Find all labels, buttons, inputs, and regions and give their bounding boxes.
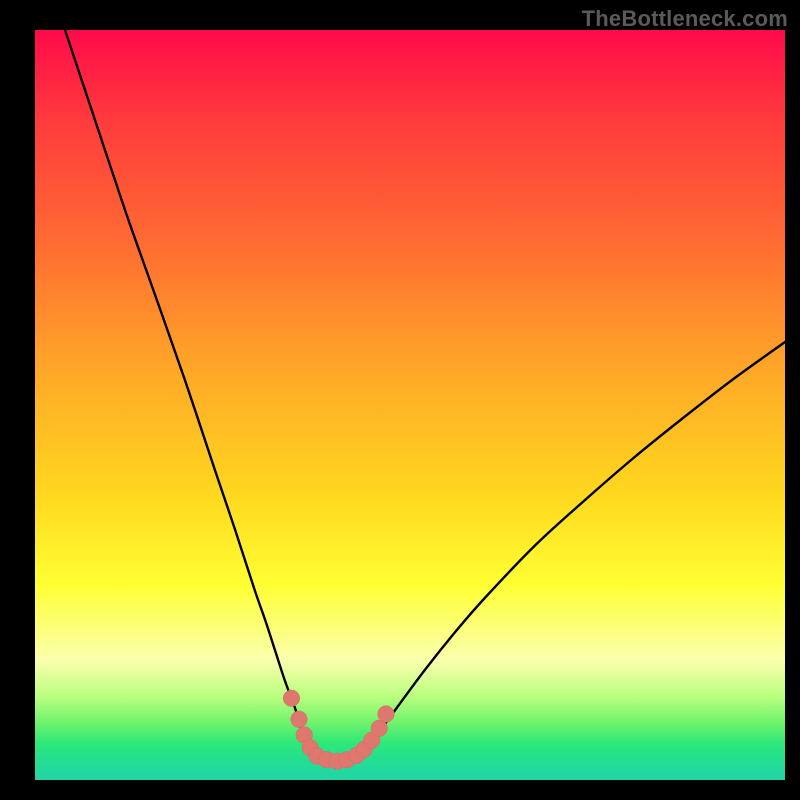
watermark-text: TheBottleneck.com (582, 6, 788, 32)
curve-right-branch (360, 342, 785, 756)
marker-point (371, 720, 388, 737)
chart-frame: TheBottleneck.com (0, 0, 800, 800)
curve-left-branch (65, 30, 312, 756)
curve-layer (35, 30, 785, 780)
marker-point (291, 711, 308, 728)
marker-group (283, 690, 394, 770)
plot-area (35, 30, 785, 780)
marker-point (283, 690, 300, 707)
marker-point (378, 706, 395, 723)
